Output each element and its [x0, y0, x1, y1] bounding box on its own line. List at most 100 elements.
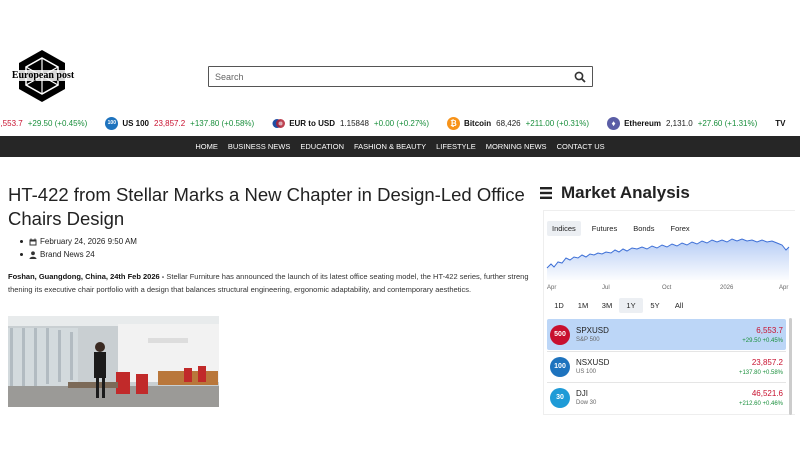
range-1m[interactable]: 1M	[571, 298, 595, 313]
search-icon[interactable]	[574, 71, 586, 83]
nav-home[interactable]: HOME	[195, 142, 218, 151]
article-date: February 24, 2026 9:50 AM	[20, 237, 220, 246]
nav-morning-news[interactable]: MORNING NEWS	[486, 142, 547, 151]
ticker-name: Ethereum	[624, 118, 661, 128]
bullet	[20, 240, 23, 243]
ticker-change: +0.00 (+0.27%)	[373, 118, 430, 128]
ticker-item[interactable]: ₿ Bitcoin 68,426 +211.00 (+0.31%)	[447, 116, 590, 130]
office-photo	[8, 316, 219, 407]
ticker-item[interactable]: ♦ Ethereum 2,131.0 +27.60 (+1.31%)	[607, 116, 758, 130]
nav-business-news[interactable]: BUSINESS NEWS	[228, 142, 291, 151]
tab-indices[interactable]: Indices	[547, 221, 581, 236]
ticker-price: 2,131.0	[665, 118, 693, 128]
chart-label-apr: Apr	[547, 285, 556, 291]
tab-forex[interactable]: Forex	[665, 221, 694, 236]
article-author[interactable]: Brand News 24	[20, 250, 220, 259]
main-nav: HOME BUSINESS NEWS EDUCATION FASHION & B…	[0, 136, 800, 157]
nav-fashion-beauty[interactable]: FASHION & BEAUTY	[354, 142, 426, 151]
user-icon	[29, 250, 37, 259]
row-change: +212.60 +0.46%	[738, 400, 783, 407]
search-bar	[208, 66, 593, 87]
row-desc: US 100	[576, 369, 597, 375]
us100-badge-icon: 100	[550, 356, 570, 377]
ticker-name: US 100	[122, 118, 149, 128]
author-text: Brand News 24	[40, 250, 95, 259]
ticker-price: 6,553.7	[0, 118, 23, 128]
search-input[interactable]	[215, 71, 574, 82]
row-desc: S&P 500	[576, 337, 600, 343]
row-values: 6,553.7 +29.50 +0.45%	[742, 326, 783, 344]
list-icon	[540, 187, 552, 199]
market-row-dji[interactable]: 30 DJI Dow 30 46,521.6 +212.60 +0.46%	[547, 382, 786, 413]
row-name: SPXUSD S&P 500	[576, 326, 742, 343]
chart-label-apr-end: Apr	[779, 285, 788, 291]
chart-area	[547, 239, 789, 280]
chart-label-oct: Oct	[662, 285, 672, 291]
row-price: 23,857.2	[751, 357, 783, 367]
ticker-name: TV	[775, 118, 786, 128]
sp500-badge-icon: 500	[550, 324, 570, 345]
lead-dateline: Foshan, Guangdong, China, 24th Feb 2026 …	[8, 272, 165, 281]
row-symbol: NSXUSD	[576, 358, 610, 367]
range-3m[interactable]: 3M	[595, 298, 619, 313]
ethereum-icon: ♦	[607, 116, 621, 130]
row-desc: Dow 30	[576, 400, 597, 406]
range-all[interactable]: All	[667, 298, 691, 313]
ticker-change: +29.50 (+0.45%)	[27, 118, 88, 128]
market-row-nsxusd[interactable]: 100 NSXUSD US 100 23,857.2 +137.80 +0.58…	[547, 351, 786, 382]
article-image[interactable]	[8, 316, 219, 407]
market-analysis-title: Market Analysis	[540, 183, 690, 203]
ticker-price: 68,426	[496, 118, 521, 128]
market-chart[interactable]: Apr Jul Oct 2026 Apr	[545, 236, 791, 292]
article-lead: Foshan, Guangdong, China, 24th Feb 2026 …	[8, 270, 530, 296]
ticker-change: +27.60 (+1.31%)	[697, 118, 758, 128]
row-name: DJI Dow 30	[576, 389, 739, 406]
ticker-item[interactable]: 6,553.7 +29.50 (+0.45%)	[0, 119, 87, 128]
row-values: 23,857.2 +137.80 +0.58%	[739, 358, 783, 376]
nav-lifestyle[interactable]: LIFESTYLE	[436, 142, 476, 151]
ticker-item[interactable]: TV	[775, 119, 790, 128]
range-5y[interactable]: 5Y	[643, 298, 667, 313]
row-price: 46,521.6	[751, 388, 783, 398]
ticker-price: 23,857.2	[154, 118, 186, 128]
row-symbol: DJI	[576, 389, 588, 398]
ticker-item[interactable]: 100 US 100 23,857.2 +137.80 (+0.58%)	[105, 116, 255, 130]
row-change: +29.50 +0.45%	[742, 337, 783, 344]
us100-badge-icon: 100	[105, 116, 119, 130]
row-symbol: SPXUSD	[576, 326, 609, 335]
range-selector: 1D 1M 3M 1Y 5Y All	[547, 298, 691, 313]
page: European post 6,553.7 +29.50 (+0.45%) 10…	[0, 0, 800, 450]
eur-usd-flag-icon	[272, 118, 286, 128]
ticker-name: EUR to USD	[289, 118, 335, 128]
ticker-change: +211.00 (+0.31%)	[525, 118, 590, 128]
range-1y[interactable]: 1Y	[619, 298, 643, 313]
tab-bonds[interactable]: Bonds	[628, 221, 659, 236]
ticker-tape[interactable]: 6,553.7 +29.50 (+0.45%) 100 US 100 23,85…	[0, 112, 800, 134]
row-price: 6,553.7	[756, 325, 783, 335]
nav-education[interactable]: EDUCATION	[300, 142, 344, 151]
market-scrollbar[interactable]	[789, 318, 792, 415]
chart-label-jul: Jul	[602, 285, 610, 291]
site-logo[interactable]: European post	[8, 48, 78, 106]
row-change: +137.80 +0.58%	[738, 369, 783, 376]
nav-contact-us[interactable]: CONTACT US	[557, 142, 605, 151]
ticker-change: +137.80 (+0.58%)	[190, 118, 255, 128]
row-values: 46,521.6 +212.60 +0.46%	[739, 389, 783, 407]
bitcoin-icon: ₿	[447, 116, 461, 130]
ticker-name: Bitcoin	[464, 118, 492, 128]
market-title-text: Market Analysis	[561, 183, 690, 202]
market-row-spxusd[interactable]: 500 SPXUSD S&P 500 6,553.7 +29.50 +0.45%	[547, 319, 786, 350]
article-headline: HT-422 from Stellar Marks a New Chapter …	[8, 184, 525, 229]
date-text: February 24, 2026 9:50 AM	[40, 237, 137, 246]
calendar-icon	[29, 238, 37, 245]
range-1d[interactable]: 1D	[547, 298, 571, 313]
ticker-item[interactable]: EUR to USD 1.15848 +0.00 (+0.27%)	[272, 117, 429, 130]
dow30-badge-icon: 30	[550, 387, 570, 408]
ticker-price: 1.15848	[339, 118, 369, 128]
chart-label-2026: 2026	[720, 285, 734, 291]
market-tabs: Indices Futures Bonds Forex	[547, 221, 701, 236]
tab-futures[interactable]: Futures	[587, 221, 622, 236]
logo-text: European post	[8, 70, 78, 81]
row-name: NSXUSD US 100	[576, 358, 739, 375]
bullet	[20, 253, 23, 256]
